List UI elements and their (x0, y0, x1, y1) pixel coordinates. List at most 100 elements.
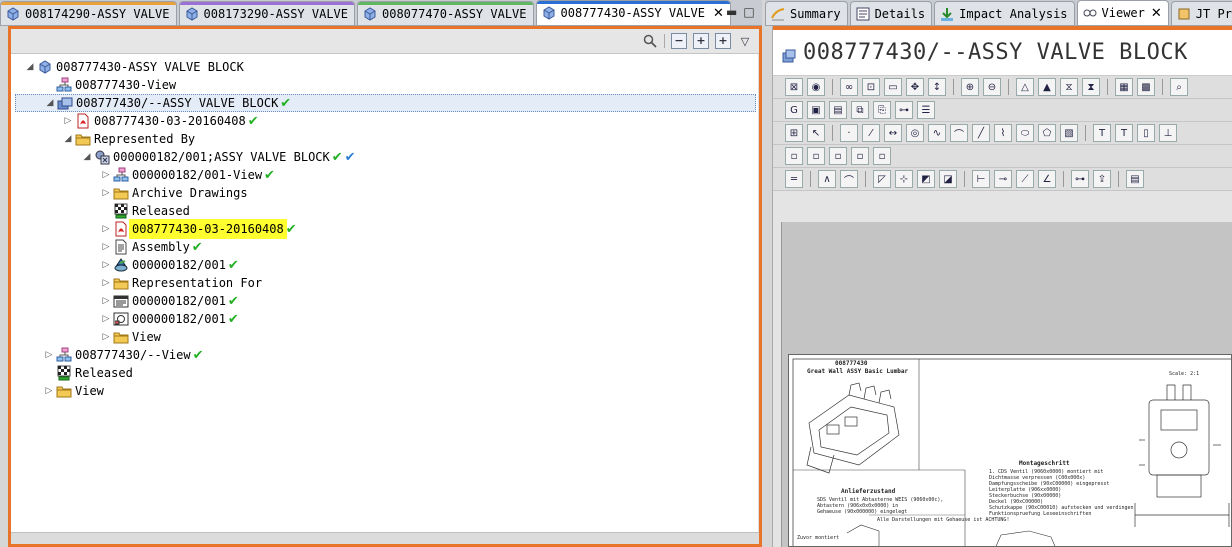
minimize-icon[interactable]: ▬ (726, 5, 737, 19)
rotate-right-icon[interactable]: ▲ (1038, 78, 1056, 96)
expand-twisty-icon[interactable]: ▷ (99, 260, 113, 270)
page-icon-4[interactable]: ▫ (851, 147, 869, 165)
vertical-resize-icon[interactable]: ↕ (928, 78, 946, 96)
line-tool-icon[interactable]: ⁄ (862, 124, 880, 142)
measure-point-icon[interactable]: ⊹ (895, 170, 913, 188)
pan-icon[interactable]: ✥ (906, 78, 924, 96)
arc-icon[interactable]: ⌒ (950, 124, 968, 142)
tree-node[interactable]: 008777430-View (42, 76, 176, 94)
flip-vertical-icon[interactable]: ⧖ (1060, 78, 1078, 96)
view-tab-5[interactable]: JT Prev (1170, 1, 1232, 25)
fit-view-icon[interactable]: ⊠ (785, 78, 803, 96)
expand-all-icon[interactable]: + (715, 33, 731, 49)
tree-node[interactable]: ◢ 008777430/--ASSY VALVE BLOCK ✔ (15, 94, 756, 112)
measure-area-icon[interactable]: ◸ (873, 170, 891, 188)
page-icon-3[interactable]: ▫ (829, 147, 847, 165)
measure-angle-icon[interactable]: ∧ (818, 170, 836, 188)
search-icon[interactable] (642, 33, 658, 49)
view-menu-icon[interactable]: ▽ (737, 33, 753, 49)
note-icon[interactable]: ▯ (1137, 124, 1155, 142)
view-tab-3[interactable]: Impact Analysis (934, 1, 1075, 25)
editor-tab-1[interactable]: 008174290-ASSY VALVE (0, 1, 177, 25)
tree-node[interactable]: ▷ Representation For (99, 274, 263, 292)
editor-tab-3[interactable]: 008077470-ASSY VALVE (357, 1, 534, 25)
expand-twisty-icon[interactable]: ▷ (99, 188, 113, 198)
flip-horizontal-icon[interactable]: ⧗ (1082, 78, 1100, 96)
properties-icon[interactable]: ▤ (1126, 170, 1144, 188)
expand-icon[interactable]: + (693, 33, 709, 49)
expand-twisty-icon[interactable]: ▷ (99, 242, 113, 252)
stamp-icon[interactable]: ⊥ (1159, 124, 1177, 142)
eye-view-icon[interactable]: ◉ (807, 78, 825, 96)
expand-twisty-icon[interactable]: ▷ (99, 332, 113, 342)
measure-region-icon[interactable]: ◩ (917, 170, 935, 188)
expand-twisty-icon[interactable]: ▷ (99, 314, 113, 324)
view-tab-1[interactable]: Summary (765, 1, 848, 25)
tree-node[interactable]: ▷ Archive Drawings (99, 184, 248, 202)
editor-tab-2[interactable]: 008173290-ASSY VALVE (178, 1, 355, 25)
zoom-window-icon[interactable]: ⊡ (862, 78, 880, 96)
measure-edge-icon[interactable]: ⟋ (1016, 170, 1034, 188)
maximize-icon[interactable]: □ (743, 5, 754, 19)
paste-icon[interactable]: ⎘ (873, 101, 891, 119)
view-tab-4[interactable]: Viewer ✕ (1076, 0, 1169, 25)
text-box-icon[interactable]: T (1093, 124, 1111, 142)
page-icon-1[interactable]: ▫ (785, 147, 803, 165)
freehand-icon[interactable]: ∿ (928, 124, 946, 142)
line-icon[interactable]: ╱ (972, 124, 990, 142)
tree-node[interactable]: ▷ 000000182/001-View ✔ (99, 166, 275, 184)
ellipse-icon[interactable]: ⬭ (1016, 124, 1034, 142)
dimension-icon[interactable]: ↔ (884, 124, 902, 142)
ruler-icon[interactable]: ═ (785, 170, 803, 188)
table-icon[interactable]: ▤ (829, 101, 847, 119)
tree-node[interactable]: Released (42, 364, 133, 382)
polyline-icon[interactable]: ⌇ (994, 124, 1012, 142)
measure-arc-icon[interactable]: ⌒ (840, 170, 858, 188)
gdt-icon[interactable]: G (785, 101, 803, 119)
expand-twisty-icon[interactable]: ▷ (61, 116, 75, 126)
expand-twisty-icon[interactable]: ▷ (99, 296, 113, 306)
tree-node[interactable]: ▷ 008777430-03-20160408 ✔ (61, 112, 259, 130)
viewer-canvas[interactable]: 008777430 Great Wall ASSY Basic Lumbar S… (781, 222, 1232, 547)
measure-volume-icon[interactable]: ◪ (939, 170, 957, 188)
layers-icon[interactable]: ▦ (1115, 78, 1133, 96)
tree-node[interactable]: ▷ 000000182/001 ✔ (99, 310, 239, 328)
area-select-icon[interactable]: ▭ (884, 78, 902, 96)
collapse-twisty-icon[interactable]: ◢ (23, 62, 37, 72)
select-arrow-icon[interactable]: ↖ (807, 124, 825, 142)
expand-twisty-icon[interactable]: ▷ (99, 278, 113, 288)
measure-distance-icon[interactable]: ⊢ (972, 170, 990, 188)
page-icon-2[interactable]: ▫ (807, 147, 825, 165)
page-icon-5[interactable]: ▫ (873, 147, 891, 165)
measure-angle2-icon[interactable]: ∠ (1038, 170, 1056, 188)
expand-twisty-icon[interactable]: ▷ (42, 386, 56, 396)
view-tab-2[interactable]: Details (849, 1, 933, 25)
collapse-twisty-icon[interactable]: ◢ (80, 152, 94, 162)
tree-node[interactable]: ▷ 000000182/001 ✔ (99, 292, 239, 310)
point-icon[interactable]: · (840, 124, 858, 142)
glasses-icon[interactable]: ∞ (840, 78, 858, 96)
collapse-all-icon[interactable]: − (671, 33, 687, 49)
tree-node[interactable]: ▷ 008777430-03-20160408 ✔ (99, 220, 297, 238)
collapse-twisty-icon[interactable]: ◢ (61, 134, 75, 144)
grid-icon[interactable]: ▩ (1137, 78, 1155, 96)
editor-tab-4[interactable]: 008777430-ASSY VALVE ✕ (535, 0, 731, 25)
polygon-icon[interactable]: ⬠ (1038, 124, 1056, 142)
collapse-twisty-icon[interactable]: ◢ (43, 98, 57, 108)
text-icon[interactable]: T (1115, 124, 1133, 142)
zoom-out-icon[interactable]: ⊖ (983, 78, 1001, 96)
copy-icon[interactable]: ⧉ (851, 101, 869, 119)
tree-node[interactable]: ▷ 000000182/001 ✔ (99, 256, 239, 274)
expand-twisty-icon[interactable]: ▷ (99, 170, 113, 180)
expand-twisty-icon[interactable]: ▷ (42, 350, 56, 360)
tree-node[interactable]: ▷ Assembly ✔ (99, 238, 203, 256)
fill-icon[interactable]: ▧ (1060, 124, 1078, 142)
markup-icon[interactable]: ⊞ (785, 124, 803, 142)
rotate-left-icon[interactable]: △ (1016, 78, 1034, 96)
tree-node[interactable]: ◢ 008777430-ASSY VALVE BLOCK (23, 58, 244, 76)
close-icon[interactable]: ✕ (1151, 6, 1162, 21)
list-icon[interactable]: ☰ (917, 101, 935, 119)
measure-radius-icon[interactable]: ⊸ (994, 170, 1012, 188)
tree-node[interactable]: ▷ View (99, 328, 161, 346)
tree-node[interactable]: Released (99, 202, 190, 220)
